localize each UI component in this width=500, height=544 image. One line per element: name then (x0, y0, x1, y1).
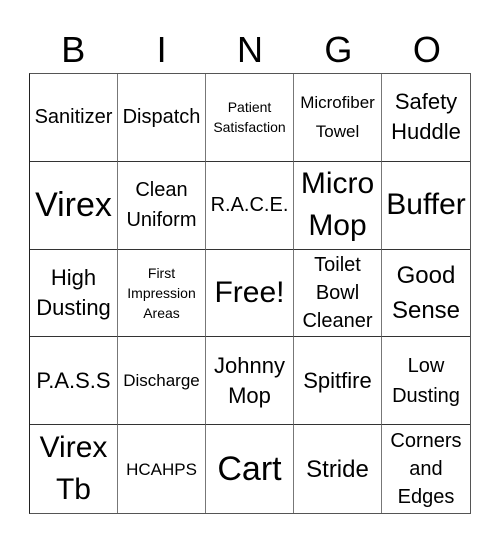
cell-label: Patient Satisfaction (213, 99, 286, 136)
cell-label: Low Dusting (392, 354, 460, 407)
bingo-cell[interactable]: P.A.S.S (30, 337, 118, 426)
bingo-cell[interactable]: Spitfire (294, 337, 382, 426)
bingo-header: B I N G O (29, 28, 471, 72)
bingo-cell[interactable]: Stride (294, 425, 382, 513)
bingo-cell[interactable]: Clean Uniform (118, 161, 206, 250)
header-letter-o: O (412, 29, 441, 70)
bingo-cell[interactable]: Buffer (382, 162, 470, 250)
bingo-cell[interactable]: First Impression Areas (118, 249, 206, 338)
cell-label: Stride (306, 455, 369, 483)
cell-label: Cart (217, 450, 282, 489)
cell-label: P.A.S.S (36, 367, 111, 393)
bingo-cell[interactable]: HCAHPS (118, 425, 206, 513)
cell-label: Virex Tb (39, 431, 108, 507)
bingo-cell[interactable]: Good Sense (382, 250, 470, 338)
header-letter-n: N (237, 29, 264, 70)
bingo-cell[interactable]: Discharge (118, 337, 206, 426)
cell-label: Dispatch (122, 106, 201, 129)
cell-label: Spitfire (303, 367, 372, 393)
bingo-cell[interactable]: Low Dusting (382, 337, 470, 426)
bingo-cell[interactable]: Cart (206, 425, 294, 513)
bingo-cell[interactable]: Corners and Edges (382, 425, 470, 513)
cell-label: High Dusting (36, 264, 111, 320)
bingo-cell[interactable]: Safety Huddle (382, 74, 470, 162)
cell-label: Toilet Bowl Cleaner (302, 253, 373, 332)
cell-label: First Impression Areas (127, 264, 196, 321)
bingo-cell[interactable]: Sanitizer (30, 74, 118, 162)
cell-label: Virex (35, 186, 112, 225)
cell-label: R.A.C.E. (210, 194, 289, 217)
cell-label: Corners and Edges (390, 430, 462, 509)
cell-label: Good Sense (391, 261, 461, 324)
cell-label: Buffer (386, 188, 466, 222)
bingo-cell[interactable]: High Dusting (30, 249, 118, 338)
bingo-cell[interactable]: Toilet Bowl Cleaner (294, 249, 382, 338)
bingo-cell[interactable]: Dispatch (118, 74, 206, 162)
header-letter-b: B (61, 29, 86, 70)
cell-label: Microfiber Towel (300, 93, 375, 142)
bingo-cell[interactable]: Microfiber Towel (294, 74, 382, 162)
bingo-cell[interactable]: Patient Satisfaction (206, 74, 294, 162)
cell-label: Safety Huddle (391, 89, 461, 145)
cell-label: Micro Mop (300, 167, 375, 243)
cell-label: Clean Uniform (126, 179, 197, 232)
cell-label: Johnny Mop (214, 352, 285, 408)
cell-label: Sanitizer (34, 106, 113, 129)
bingo-cell[interactable]: Virex Tb (30, 425, 118, 513)
bingo-cell[interactable]: Virex (30, 161, 118, 250)
bingo-cell[interactable]: Micro Mop (294, 161, 382, 250)
bingo-cell[interactable]: R.A.C.E. (206, 161, 294, 250)
bingo-cell[interactable]: Johnny Mop (206, 337, 294, 426)
header-letter-g: G (324, 29, 353, 70)
free-space-cell[interactable]: Free! (206, 249, 294, 338)
bingo-grid: Sanitizer Dispatch Patient Satisfaction … (29, 73, 471, 514)
cell-label: HCAHPS (126, 459, 197, 479)
header-letter-i: I (156, 29, 167, 70)
cell-label: Discharge (123, 371, 200, 391)
free-space-label: Free! (214, 275, 285, 309)
